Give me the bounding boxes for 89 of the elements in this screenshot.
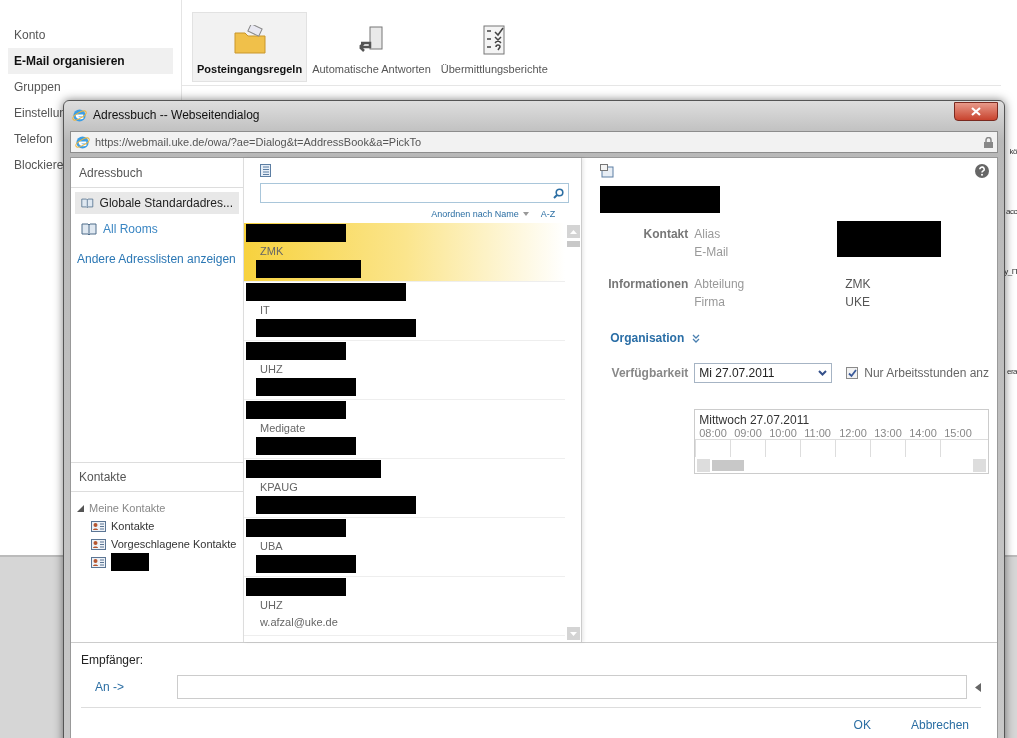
hour-label: 15:00	[944, 427, 973, 439]
contact-card-icon	[91, 556, 106, 568]
dropdown-icon	[818, 370, 828, 376]
close-button[interactable]	[954, 101, 998, 121]
field-label: Firma	[694, 295, 726, 311]
address-book-item[interactable]: Globale Standardadres...	[75, 192, 239, 214]
ribbon-button[interactable]: Posteingangsregeln	[192, 12, 308, 82]
hour-label: 08:00	[699, 427, 728, 439]
hour-label: 10:00	[769, 427, 798, 439]
field-label: Abteilung	[694, 277, 746, 293]
hour-label: 09:00	[734, 427, 763, 439]
tree-item[interactable]: Kontakte	[111, 520, 155, 532]
folder-icon	[232, 25, 267, 55]
contact-card-icon	[91, 520, 106, 532]
ok-button[interactable]: OK	[851, 716, 873, 734]
recipients-label: Empfänger:	[81, 653, 145, 667]
double-chevron-icon[interactable]	[692, 333, 701, 343]
ribbon-button[interactable]: Automatische Antworten	[307, 12, 436, 82]
recipient-field[interactable]	[177, 675, 967, 699]
result-item[interactable]: KPAUG	[244, 459, 566, 518]
url-text: https://webmail.uke.de/owa/?ae=Dialog&t=AddressBook&a=PickTo	[95, 136, 423, 148]
sort-button[interactable]: Anordnen nach Name	[431, 209, 529, 219]
search-field[interactable]	[260, 183, 570, 203]
search-icon[interactable]	[553, 187, 565, 199]
department-text: UBA	[259, 540, 284, 552]
result-item[interactable]: UHZ w.afzal@uke.de	[244, 577, 566, 636]
organisation-link[interactable]: Organisation	[610, 331, 685, 345]
department-text: KPAUG	[259, 481, 299, 493]
department-text: IT	[259, 304, 271, 316]
cut-text: kö	[1009, 147, 1017, 156]
department-text: UHZ	[259, 599, 284, 613]
order-button[interactable]: A-Z	[540, 209, 556, 219]
contact-card-icon	[91, 538, 106, 550]
help-icon[interactable]	[975, 164, 989, 178]
field-label: Alias	[694, 227, 722, 243]
browser-icon	[72, 107, 87, 123]
panel-header: Adressbuch	[71, 158, 243, 188]
scrollbar[interactable]	[695, 457, 988, 473]
lock-icon	[984, 136, 993, 148]
department-text: Medigate	[259, 422, 307, 434]
result-item[interactable]: IT	[244, 282, 566, 341]
hour-label: 13:00	[874, 427, 903, 439]
timeline-day: Mittwoch 27.07.2011	[695, 410, 988, 427]
scrollbar-thumb[interactable]	[566, 241, 580, 247]
checklist-icon	[483, 25, 506, 55]
browser-icon	[75, 134, 90, 150]
nav-item[interactable]: Konto	[8, 22, 173, 48]
field-value: UKE	[844, 295, 871, 311]
date-select[interactable]: Mi 27.07.2011	[694, 363, 833, 383]
address-lists-link[interactable]: Andere Adresslisten anzeigen	[71, 240, 243, 266]
caret-icon	[522, 212, 529, 216]
field-label: Verfügbarkeit	[610, 366, 689, 380]
field-value: ZMK	[844, 277, 872, 293]
checkbox-label: Nur Arbeitsstunden anz	[864, 366, 989, 380]
section-heading: Kontakt	[642, 227, 689, 243]
hour-label: 14:00	[909, 427, 938, 439]
ribbon-button[interactable]: Übermittlungsberichte	[435, 12, 553, 82]
checkbox[interactable]	[846, 367, 859, 379]
result-item[interactable]: Medigate	[244, 400, 566, 459]
caret-icon[interactable]	[975, 682, 981, 692]
close-icon	[971, 106, 981, 116]
nav-item[interactable]: Gruppen	[8, 74, 173, 100]
collapse-icon[interactable]	[77, 504, 84, 512]
redaction-bar	[111, 553, 149, 571]
nav-item[interactable]: E-Mail organisieren	[8, 48, 173, 74]
email-text: w.afzal@uke.de	[259, 616, 339, 628]
department-text: UHZ	[259, 363, 284, 375]
result-item[interactable]: ZMK	[244, 223, 566, 282]
tree-item[interactable]: Meine Kontakte	[89, 502, 166, 514]
book-icon	[81, 223, 97, 235]
scrollbar[interactable]	[565, 223, 582, 642]
tree-item[interactable]: Vorgeschlagene Kontakte	[111, 538, 237, 550]
field-label: E-Mail	[694, 245, 730, 261]
hour-label: 11:00	[804, 427, 832, 439]
to-link[interactable]: An ->	[81, 680, 169, 694]
book-icon	[81, 197, 94, 209]
window-title: Adressbuch -- Webseitendialog	[93, 108, 260, 122]
panel-header: Kontakte	[71, 462, 243, 492]
list-icon[interactable]	[260, 164, 271, 177]
department-text: ZMK	[259, 245, 285, 257]
cancel-button[interactable]: Abbrechen	[908, 716, 971, 734]
result-item[interactable]: UHZ	[244, 341, 566, 400]
hour-label: 12:00	[839, 427, 868, 439]
address-book-item[interactable]: All Rooms	[75, 218, 239, 240]
contact-card-icon[interactable]	[600, 164, 615, 178]
section-heading: Informationen	[607, 277, 689, 293]
result-item[interactable]: UBA	[244, 518, 566, 577]
cut-text: acc	[1006, 207, 1017, 216]
cut-text: era	[1006, 367, 1017, 376]
